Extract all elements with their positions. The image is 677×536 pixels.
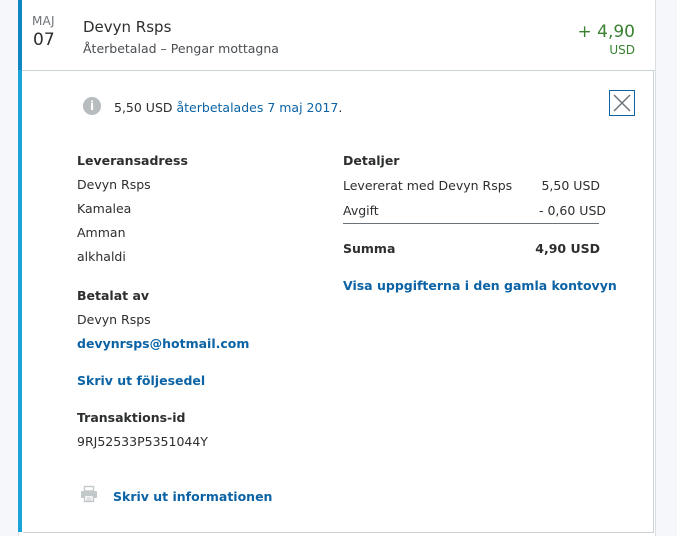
- shipping-address-heading: Leveransadress: [77, 153, 188, 168]
- shipping-address-line: Amman: [77, 225, 126, 240]
- print-packing-slip-link[interactable]: Skriv ut följesedel: [77, 373, 205, 388]
- detail-row-label: Avgift: [343, 203, 379, 218]
- payer-email-link[interactable]: devynrsps@hotmail.com: [77, 336, 249, 351]
- info-icon: i: [83, 97, 101, 115]
- transaction-day: 07: [33, 30, 55, 50]
- refund-info: 5,50 USD återbetalades 7 maj 2017.: [114, 100, 342, 115]
- transaction-amount: + 4,90: [577, 22, 636, 42]
- transaction-counterparty: Devyn Rsps: [83, 18, 172, 36]
- transaction-status: Återbetalad – Pengar mottagna: [83, 41, 279, 56]
- print-details-link[interactable]: Skriv ut informationen: [113, 489, 272, 504]
- refund-date-link[interactable]: återbetalades 7 maj 2017: [177, 100, 339, 115]
- transaction-currency: USD: [609, 43, 635, 57]
- detail-row-value: 5,50 USD: [541, 178, 600, 193]
- printer-icon: [81, 485, 97, 503]
- detail-row-label: Levererat med Devyn Rsps: [343, 178, 513, 193]
- transaction-card: MAJ 07 Devyn Rsps Återbetalad – Pengar m…: [18, 0, 656, 536]
- transaction-month: MAJ: [32, 14, 55, 28]
- shipping-address-line: Devyn Rsps: [77, 177, 151, 192]
- transaction-accent-bar: [18, 0, 22, 70]
- details-heading: Detaljer: [343, 153, 400, 168]
- old-account-view-link[interactable]: Visa uppgifterna i den gamla kontovyn: [343, 278, 617, 293]
- shipping-address-line: Kamalea: [77, 201, 132, 216]
- shipping-address-line: alkhaldi: [77, 249, 126, 264]
- detail-accent-bar: [18, 70, 22, 532]
- detail-row-value: - 0,60 USD: [539, 203, 606, 218]
- paid-by-heading: Betalat av: [77, 288, 150, 303]
- close-button[interactable]: [609, 90, 635, 116]
- close-icon: [613, 94, 631, 112]
- payer-name: Devyn Rsps: [77, 312, 151, 327]
- refund-info-amount: 5,50 USD: [114, 100, 177, 115]
- totals-divider: [343, 223, 599, 224]
- transaction-id-heading: Transaktions-id: [77, 410, 186, 425]
- transaction-detail-panel: i 5,50 USD återbetalades 7 maj 2017. Lev…: [23, 70, 654, 533]
- total-value: 4,90 USD: [535, 241, 600, 256]
- refund-info-suffix: .: [338, 100, 343, 115]
- transaction-id-value: 9RJ52533P5351044Y: [77, 434, 208, 449]
- total-label: Summa: [343, 241, 396, 256]
- transaction-summary-row[interactable]: MAJ 07 Devyn Rsps Återbetalad – Pengar m…: [19, 0, 655, 71]
